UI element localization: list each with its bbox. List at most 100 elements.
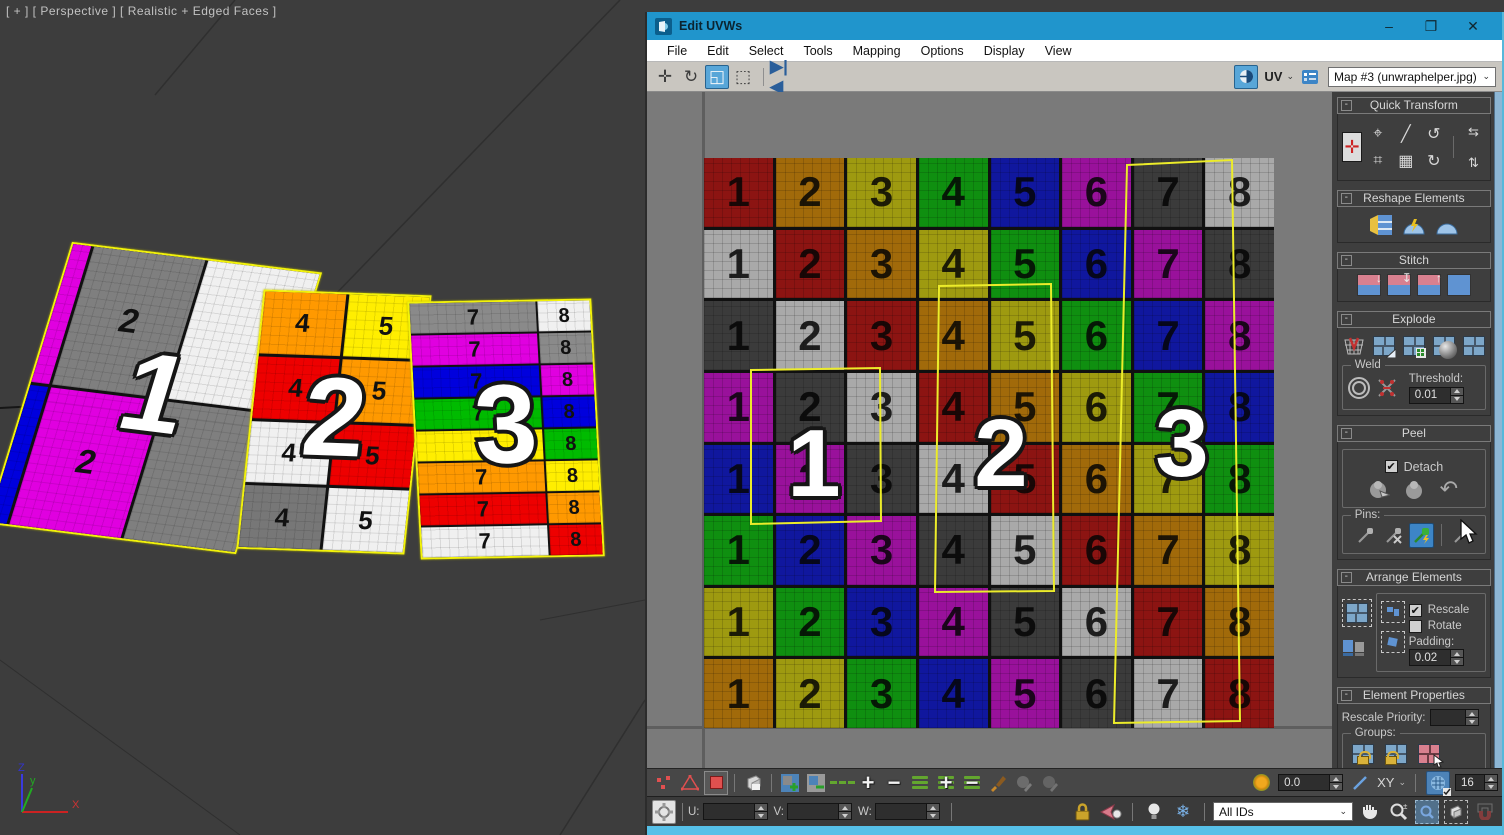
- zoom-region-icon[interactable]: [1415, 800, 1439, 824]
- close-button[interactable]: ✕: [1452, 18, 1494, 35]
- straighten-selection-icon[interactable]: [1368, 212, 1393, 237]
- falloff-space-caret-icon[interactable]: ⌄: [1398, 777, 1406, 788]
- grid-size-value[interactable]: 16: [1455, 774, 1485, 791]
- rescale-priority-spinner[interactable]: [1430, 709, 1479, 726]
- select-loop-icon[interactable]: [830, 771, 854, 795]
- rescale-priority-value[interactable]: [1430, 709, 1466, 726]
- zoom-extents-icon[interactable]: [1444, 800, 1468, 824]
- collapse-icon[interactable]: -: [1341, 255, 1352, 266]
- align-pivot-icon[interactable]: ✛: [1342, 132, 1363, 162]
- grid-snap-icon[interactable]: [1426, 771, 1450, 795]
- rescale-elements-icon[interactable]: [1381, 601, 1405, 623]
- lock-selection-icon[interactable]: [1070, 800, 1094, 824]
- paint-shrink-icon[interactable]: [1038, 771, 1062, 795]
- shrink-ring-icon[interactable]: −: [960, 771, 984, 795]
- threshold-value[interactable]: 0.01: [1409, 387, 1451, 404]
- flatten-spherical-icon[interactable]: [1431, 333, 1456, 358]
- stitch-custom-icon[interactable]: ↓: [1357, 274, 1381, 296]
- rotate-elements-icon[interactable]: [1381, 631, 1405, 653]
- face-mode-icon[interactable]: [704, 771, 728, 795]
- filter-selected-faces-icon[interactable]: [1099, 800, 1123, 824]
- viewport-3d[interactable]: [ + ] [ Perspective ] [ Realistic + Edge…: [0, 0, 645, 835]
- menu-item-select[interactable]: Select: [739, 44, 794, 58]
- menu-item-options[interactable]: Options: [911, 44, 974, 58]
- align-horizontal-icon[interactable]: ⌗: [1365, 148, 1390, 173]
- collapse-icon[interactable]: -: [1341, 690, 1352, 701]
- detach-checkbox[interactable]: ✔: [1385, 460, 1398, 473]
- linear-align-icon[interactable]: ╱: [1393, 121, 1418, 146]
- maximize-button[interactable]: ❐: [1410, 18, 1452, 35]
- soft-selection-value[interactable]: 0.0: [1278, 774, 1330, 791]
- collapse-icon[interactable]: -: [1341, 100, 1352, 111]
- padding-spinner[interactable]: 0.02: [1409, 649, 1464, 666]
- material-id-filter-dropdown[interactable]: All IDs ⌄: [1213, 802, 1353, 821]
- w-coord-spinner[interactable]: [875, 803, 940, 820]
- padding-value[interactable]: 0.02: [1409, 649, 1451, 666]
- target-weld-icon[interactable]: [1347, 376, 1372, 401]
- menu-item-display[interactable]: Display: [974, 44, 1035, 58]
- rollout-header-quick-transform[interactable]: - Quick Transform: [1337, 97, 1491, 114]
- vertex-mode-icon[interactable]: [652, 771, 676, 795]
- uv-editor-canvas[interactable]: 1234567812345678123456781234567812345678…: [647, 92, 1332, 768]
- ungroup-selected-icon[interactable]: [1384, 741, 1409, 766]
- element-mode-icon[interactable]: [741, 771, 765, 795]
- auto-pin-icon[interactable]: [1409, 523, 1434, 548]
- shrink-loop-icon[interactable]: −: [882, 771, 906, 795]
- rotate-ccw-icon[interactable]: ↺: [1421, 121, 1446, 146]
- grow-loop-icon[interactable]: +: [856, 771, 880, 795]
- u-coord-spinner[interactable]: [703, 803, 768, 820]
- unpin-tool-icon[interactable]: [1381, 523, 1406, 548]
- flatten-mapping-icon[interactable]: [1401, 333, 1426, 358]
- space-horizontal-icon[interactable]: ⇆: [1461, 119, 1486, 144]
- map-selector-dropdown[interactable]: Map #3 (unwraphelper.jpg) ⌄: [1328, 67, 1496, 87]
- flatten-custom-icon[interactable]: [1461, 333, 1486, 358]
- relax-until-flat-icon[interactable]: [1401, 212, 1426, 237]
- zoom-icon[interactable]: ±: [1386, 800, 1410, 824]
- rotate-checkbox[interactable]: [1409, 620, 1422, 633]
- scene-object-3[interactable]: 7878787878787878 3: [407, 298, 604, 559]
- titlebar[interactable]: Edit UVWs – ❐ ✕: [647, 12, 1502, 40]
- menu-item-edit[interactable]: Edit: [697, 44, 739, 58]
- rollout-header-stitch[interactable]: - Stitch: [1337, 252, 1491, 269]
- align-vertical-icon[interactable]: ⌖: [1365, 121, 1390, 146]
- mirror-tool-icon[interactable]: ▶|◀: [770, 65, 794, 89]
- scale-tool-icon[interactable]: ◱: [705, 65, 729, 89]
- weld-selected-icon[interactable]: [1375, 376, 1400, 401]
- pin-tool-icon[interactable]: [1353, 523, 1378, 548]
- soft-selection-icon[interactable]: [1249, 771, 1273, 795]
- collapse-icon[interactable]: -: [1341, 572, 1352, 583]
- stitch-source-icon[interactable]: ↑: [1417, 274, 1441, 296]
- grow-ring-icon[interactable]: +: [934, 771, 958, 795]
- quick-peel-icon[interactable]: [1366, 477, 1391, 502]
- falloff-type-icon[interactable]: [1348, 771, 1372, 795]
- align-to-grid-icon[interactable]: ▦: [1393, 148, 1418, 173]
- minimize-button[interactable]: –: [1368, 18, 1410, 34]
- pack-together-icon[interactable]: [1342, 637, 1367, 662]
- paint-grow-icon[interactable]: [1012, 771, 1036, 795]
- collapse-icon[interactable]: -: [1341, 193, 1352, 204]
- v-coord-spinner[interactable]: [787, 803, 852, 820]
- rotate-cw-icon[interactable]: ↻: [1421, 148, 1446, 173]
- uv-space-label[interactable]: UV: [1264, 69, 1282, 84]
- relax-icon[interactable]: [1434, 212, 1459, 237]
- edge-mode-icon[interactable]: [678, 771, 702, 795]
- w-coord-value[interactable]: [875, 803, 927, 820]
- u-coord-value[interactable]: [703, 803, 755, 820]
- flatten-by-smoothing-icon[interactable]: [1342, 333, 1367, 358]
- show-map-icon[interactable]: [1234, 65, 1258, 89]
- freeze-selected-icon[interactable]: ❄: [1171, 800, 1195, 824]
- absolute-offset-toggle-icon[interactable]: [652, 800, 676, 824]
- pan-icon[interactable]: [1357, 800, 1381, 824]
- menu-item-mapping[interactable]: Mapping: [843, 44, 911, 58]
- rescale-checkbox[interactable]: ✔: [1409, 604, 1422, 617]
- grow-selection-icon[interactable]: [778, 771, 802, 795]
- rollout-header-peel[interactable]: - Peel: [1337, 425, 1491, 442]
- group-selected-icon[interactable]: [1351, 741, 1376, 766]
- reset-peel-icon[interactable]: ↶: [1436, 477, 1461, 502]
- shrink-selection-icon[interactable]: [804, 771, 828, 795]
- hide-selected-icon[interactable]: [1142, 800, 1166, 824]
- grid-size-spinner[interactable]: 16: [1455, 774, 1498, 791]
- viewport-label[interactable]: [ + ] [ Perspective ] [ Realistic + Edge…: [6, 4, 277, 18]
- paint-select-icon[interactable]: [986, 771, 1010, 795]
- map-list-icon[interactable]: [1298, 65, 1322, 89]
